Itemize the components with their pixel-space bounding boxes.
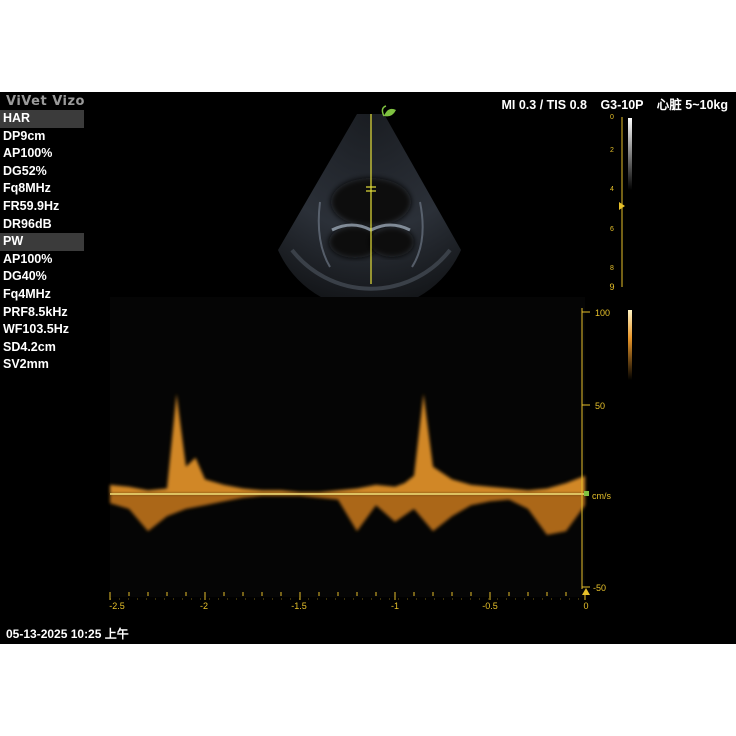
velocity-unit-label: cm/s [592, 491, 611, 501]
doppler-color-bar [628, 310, 632, 380]
velocity-tick-50: 50 [595, 401, 605, 411]
depth-tick-2: 2 [610, 147, 614, 154]
time-tick-neg1: -1 [391, 601, 399, 611]
depth-scale: 0 2 4 6 8 9 [609, 114, 632, 292]
ultrasound-screen: ViVet Vizo MI 0.3 / TIS 0.8 G3-10P 心脏 5~… [0, 92, 736, 644]
time-tick-0: 0 [583, 601, 588, 611]
echo-sector-image[interactable] [278, 114, 461, 310]
time-tick-neg1-5: -1.5 [291, 601, 307, 611]
depth-tick-8: 8 [610, 265, 614, 272]
depth-tick-0: 0 [610, 114, 614, 121]
velocity-tick-neg50: -50 [593, 583, 606, 593]
velocity-scale: 100 50 cm/s -50 [581, 308, 632, 593]
depth-tick-4: 4 [610, 186, 614, 193]
time-tick-neg0-5: -0.5 [482, 601, 498, 611]
timestamp: 05-13-2025 10:25 上午 [6, 627, 129, 641]
doppler-spectrum[interactable] [110, 297, 585, 597]
grayscale-bar [628, 118, 632, 190]
velocity-tick-100: 100 [595, 308, 610, 318]
imaging-canvas: 0 2 4 6 8 9 100 50 cm/s -50 -2.5 -2 -1.5… [109, 105, 632, 611]
time-tick-neg2: -2 [200, 601, 208, 611]
time-tick-neg2-5: -2.5 [109, 601, 125, 611]
depth-tick-6: 6 [610, 226, 614, 233]
baseline-marker-icon[interactable] [584, 491, 589, 496]
depth-end-label: 9 [609, 282, 614, 292]
